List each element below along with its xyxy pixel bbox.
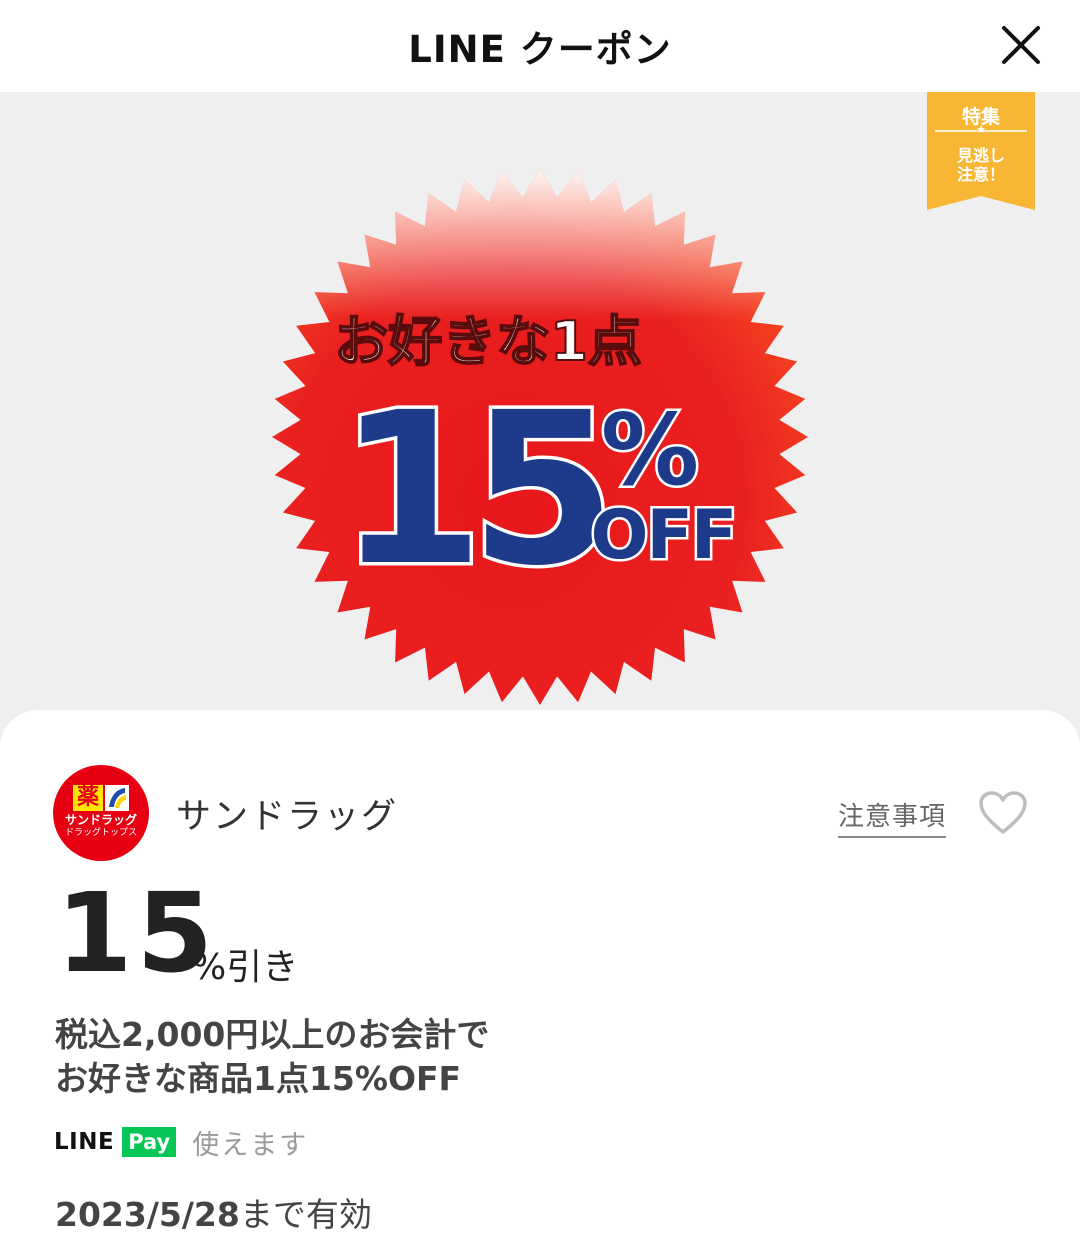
logo-kanji: 薬 <box>73 785 103 811</box>
coupon-card: 薬 サンドラッグ ドラッグトップス サンドラッグ 注意事項 15 %引き 税込2… <box>0 710 1080 1242</box>
discount-burst-image: お好きな1点 15 % OFF <box>272 169 808 705</box>
coupon-banner: お好きな1点 15 % OFF 特集 ★ 見逃し 注意！ <box>0 92 1080 742</box>
logo-mark-icon <box>105 785 129 811</box>
discount-unit: %引き <box>192 947 299 988</box>
coupon-description: 税込2,000円以上のお会計で お好きな商品1点15%OFF <box>55 1013 489 1101</box>
banner-percent-sign: % <box>601 394 699 508</box>
validity-date: 2023/5/28 <box>55 1195 240 1234</box>
store-logo: 薬 サンドラッグ ドラッグトップス <box>53 765 149 861</box>
validity-suffix: まで有効 <box>239 1195 372 1234</box>
logo-name: サンドラッグ <box>64 813 137 827</box>
banner-headline: お好きな1点 <box>334 310 642 373</box>
heart-icon[interactable] <box>978 790 1028 836</box>
pay-usable-label: 使えます <box>192 1129 309 1161</box>
logo-sub: ドラッグトップス <box>64 828 137 838</box>
ribbon-line2: 注意！ <box>956 165 1005 184</box>
store-name: サンドラッグ <box>176 797 399 837</box>
ribbon-line1: 見逃し <box>956 146 1005 165</box>
description-line-1: 税込2,000円以上のお会計で <box>55 1015 490 1054</box>
star-icon: ★ <box>976 123 986 136</box>
validity: 2023/5/28まで有効 <box>55 1188 372 1236</box>
banner-off: OFF <box>591 496 736 575</box>
pay-badge: Pay <box>122 1127 177 1157</box>
notes-link[interactable]: 注意事項 <box>838 796 947 838</box>
description-line-2: お好きな商品1点15%OFF <box>55 1059 462 1098</box>
header-bar: LINE クーポン <box>0 0 1080 92</box>
banner-percent: 15 <box>338 367 602 612</box>
page-title: LINE クーポン <box>408 28 672 71</box>
close-icon[interactable] <box>994 18 1048 72</box>
line-pay-logo-text: LINE <box>54 1129 115 1155</box>
line-pay-row: LINE Pay 使えます <box>54 1124 309 1161</box>
